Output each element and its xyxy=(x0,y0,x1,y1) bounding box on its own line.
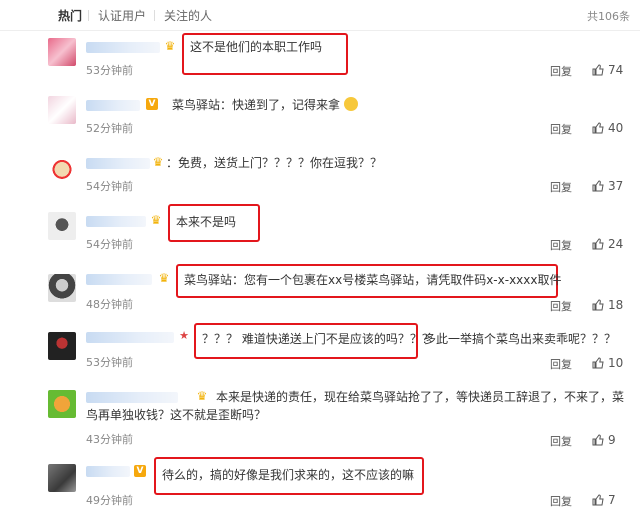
comment-item: ♛ 本来不是吗 54分钟前 回复 24 xyxy=(0,204,640,262)
avatar[interactable] xyxy=(48,38,76,66)
username-blurred[interactable] xyxy=(86,100,140,111)
comment-text: ？？？ 难道快递送上门不是应该的吗？？？ xyxy=(202,332,434,346)
crown-icon: ♛ xyxy=(152,155,164,169)
comment-tabs: 热门 认证用户 关注的人 共106条 xyxy=(0,0,640,31)
tab-hot[interactable]: 热门 xyxy=(58,7,82,24)
avatar[interactable] xyxy=(48,332,76,360)
like-button[interactable]: 7 xyxy=(592,493,616,507)
like-count: 10 xyxy=(608,356,624,370)
username-blurred[interactable] xyxy=(86,42,160,53)
avatar[interactable] xyxy=(48,96,76,124)
crown-icon: ♛ xyxy=(164,39,176,53)
reply-button[interactable]: 回复 xyxy=(550,179,572,195)
like-button[interactable]: 18 xyxy=(592,298,623,312)
comment-item: V 待么的，搞的好像是我们求来的，这不应该的嘛 49分钟前 回复 7 xyxy=(0,450,640,513)
tab-divider xyxy=(154,10,155,21)
comment-item: ♛ 本来是快递的责任，现在给菜鸟驿站抢了了，等快递员工辞退了，不来了，菜鸟再单独… xyxy=(0,378,640,450)
thumbs-up-icon xyxy=(592,238,604,250)
comment-text: 菜鸟驿站：快递到了，记得来拿 xyxy=(172,96,359,114)
like-count: 7 xyxy=(608,493,616,507)
reply-button[interactable]: 回复 xyxy=(550,298,572,314)
comment-count: 共106条 xyxy=(587,10,630,23)
username-blurred[interactable] xyxy=(86,332,174,343)
avatar[interactable] xyxy=(48,274,76,302)
avatar[interactable] xyxy=(48,390,76,418)
comment-item: ♛ ：免费，送货上门？？？？你在逗我？？ 54分钟前 回复 37 xyxy=(0,146,640,204)
like-count: 18 xyxy=(608,298,624,312)
comment-time: 54分钟前 xyxy=(86,180,133,193)
comment-text: 待么的，搞的好像是我们求来的，这不应该的嘛 xyxy=(162,468,415,482)
username-blurred[interactable] xyxy=(86,466,130,477)
crown-icon: ♛ xyxy=(150,213,162,227)
crown-icon: ♛ xyxy=(158,271,170,285)
avatar[interactable] xyxy=(48,212,76,240)
comment-text: 本来不是吗 xyxy=(176,215,237,229)
thumbs-up-icon xyxy=(592,180,604,192)
verified-icon: V xyxy=(134,465,146,477)
comment-time: 48分钟前 xyxy=(86,298,133,311)
thumbs-up-icon xyxy=(592,357,604,369)
comment-time: 53分钟前 xyxy=(86,64,133,77)
like-button[interactable]: 24 xyxy=(592,237,623,251)
star-icon: ★ xyxy=(179,329,189,342)
like-button[interactable]: 40 xyxy=(592,121,623,135)
thumbs-up-icon xyxy=(592,64,604,76)
like-count: 40 xyxy=(608,121,624,135)
comment-item: V 菜鸟驿站：快递到了，记得来拿 52分钟前 回复 40 xyxy=(0,88,640,146)
reply-button[interactable]: 回复 xyxy=(550,433,572,449)
comment-time: 49分钟前 xyxy=(86,494,133,507)
comment-time: 53分钟前 xyxy=(86,356,133,369)
reply-button[interactable]: 回复 xyxy=(550,356,572,372)
comment-item: ♛ 这不是他们的本职工作吗 53分钟前 回复 74 xyxy=(0,30,640,88)
like-button[interactable]: 74 xyxy=(592,63,623,77)
like-count: 24 xyxy=(608,237,624,251)
reply-button[interactable]: 回复 xyxy=(550,121,572,137)
comment-text: ：免费，送货上门？？？？你在逗我？？ xyxy=(166,156,383,170)
verified-icon: V xyxy=(146,98,158,110)
emoji-icon xyxy=(344,97,359,111)
tab-divider xyxy=(88,10,89,21)
avatar[interactable] xyxy=(48,464,76,492)
reply-button[interactable]: 回复 xyxy=(550,237,572,253)
comment-item: ♛ 菜鸟驿站：您有一个包裹在xx号楼菜鸟驿站，请凭取件码x-x-xxxx取件 4… xyxy=(0,262,640,320)
tab-verified-users[interactable]: 认证用户 xyxy=(98,7,146,24)
comment-time: 54分钟前 xyxy=(86,238,133,251)
thumbs-up-icon xyxy=(592,434,604,446)
comment-text-continued: 多此一举搞个菜鸟出来卖乖呢？？？ xyxy=(424,332,617,346)
comment-item: ★ ？？？ 难道快递送上门不是应该的吗？？？ 多此一举搞个菜鸟出来卖乖呢？？？ … xyxy=(0,320,640,378)
like-button[interactable]: 9 xyxy=(592,433,616,447)
thumbs-up-icon xyxy=(592,494,604,506)
like-count: 37 xyxy=(608,179,624,193)
username-blurred[interactable] xyxy=(86,158,150,169)
reply-button[interactable]: 回复 xyxy=(550,493,572,509)
avatar[interactable] xyxy=(48,154,76,182)
comment-text: 这不是他们的本职工作吗 xyxy=(190,40,323,54)
thumbs-up-icon xyxy=(592,122,604,134)
comment-time: 52分钟前 xyxy=(86,122,133,135)
username-blurred[interactable] xyxy=(86,216,146,227)
comment-text: 菜鸟驿站：您有一个包裹在xx号楼菜鸟驿站，请凭取件码x-x-xxxx取件 xyxy=(184,273,562,287)
like-count: 9 xyxy=(608,433,616,447)
comment-time: 43分钟前 xyxy=(86,433,133,446)
like-count: 74 xyxy=(608,63,624,77)
tab-followed[interactable]: 关注的人 xyxy=(164,7,212,24)
thumbs-up-icon xyxy=(592,299,604,311)
like-button[interactable]: 10 xyxy=(592,356,623,370)
reply-button[interactable]: 回复 xyxy=(550,63,572,79)
username-blurred[interactable] xyxy=(86,274,152,285)
like-button[interactable]: 37 xyxy=(592,179,623,193)
comment-text: 本来是快递的责任，现在给菜鸟驿站抢了了，等快递员工辞退了，不来了，菜鸟再单独收钱… xyxy=(86,390,625,422)
